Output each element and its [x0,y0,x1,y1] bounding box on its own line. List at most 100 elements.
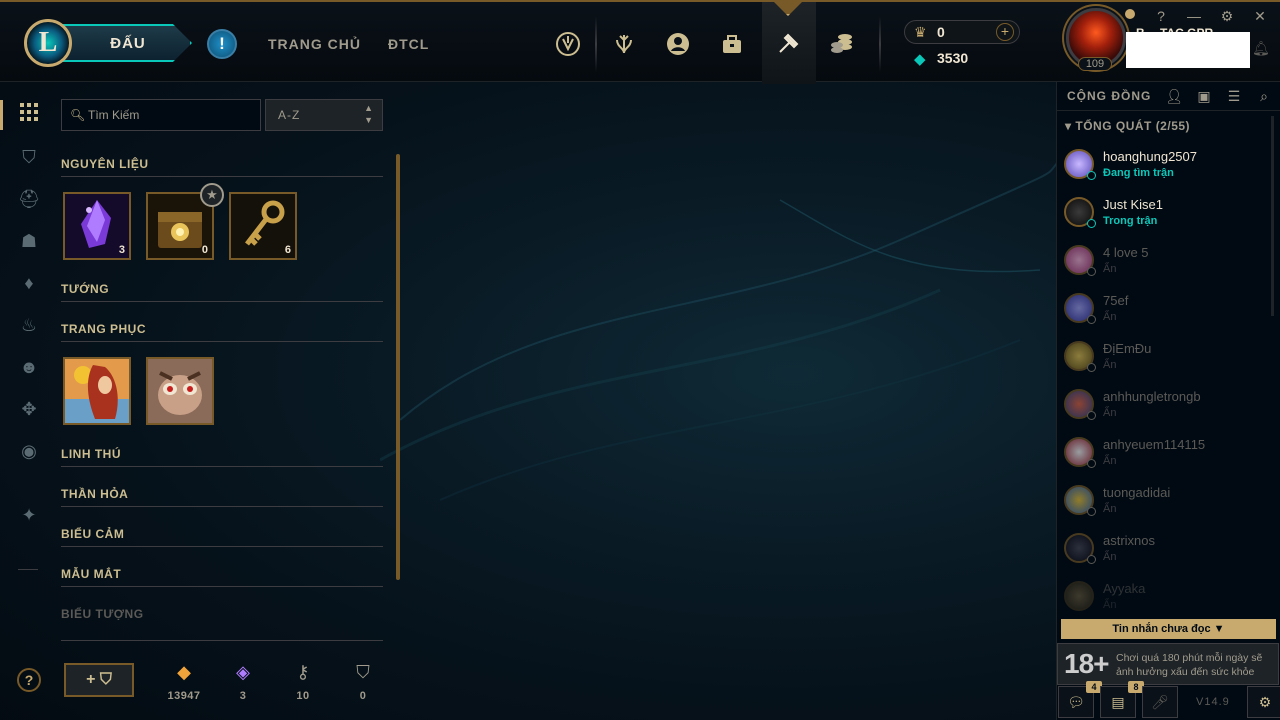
section-skins[interactable]: TRANG PHỤC [61,322,383,342]
skin-art-sunflower [65,359,129,423]
online-status-icon [1087,219,1096,228]
offline-status-icon [1087,363,1096,372]
status-dot-icon[interactable] [1125,9,1135,19]
offline-status-icon [1087,411,1096,420]
section-ward-skins[interactable]: THẦN HỎA [61,487,383,507]
wallet-divider [61,640,383,641]
sort-dropdown[interactable]: A-Z ▲ ▼ [265,99,383,131]
friend-status: Ẩn [1103,359,1117,371]
section-eye-skins[interactable]: MẪU MẮT [61,567,383,587]
skin-tile-1[interactable] [63,357,131,425]
friend-group-header[interactable]: ▾ TỔNG QUÁT (2/55) [1065,119,1190,133]
mythic-essence-icon: ◈ [236,662,250,682]
level-badge: 109 [1078,57,1112,71]
friend-status: Ẩn [1103,455,1117,467]
wallet-value: 10 [296,690,310,702]
notification-bell-icon[interactable]: 🔔︎ [1252,40,1270,57]
friend-row[interactable]: astrixnos Ẩn [1057,526,1273,574]
friend-row[interactable]: ĐịEmĐu Ẩn [1057,334,1273,382]
skin-tile-2[interactable] [146,357,214,425]
sort-arrows-icon: ▲ ▼ [364,103,374,125]
friend-status: Trong trận [1103,215,1158,227]
redacted-name-box [1126,32,1250,68]
friend-name: Ayyaka [1103,581,1146,596]
friend-row[interactable]: Ayyaka Ẩn [1057,574,1273,614]
nav-tft[interactable]: ĐTCL [388,36,429,52]
list-view-icon[interactable]: ☰ [1225,88,1243,105]
section-materials[interactable]: NGUYÊN LIỆU [61,157,383,177]
friend-row[interactable]: 4 love 5 Ẩn [1057,238,1273,286]
friend-row[interactable]: tuongadidai Ẩn [1057,478,1273,526]
section-champions[interactable]: TƯỚNG [61,282,383,302]
close-icon[interactable]: ✕ [1252,8,1268,25]
collection-sidenav: ⛉ ⛑︎ ☗ ♦ ♨︎ ☻ ✥ ◉ ✦ [0,82,56,720]
friend-row[interactable]: 75ef Ẩn [1057,286,1273,334]
friend-name: tuongadidai [1103,485,1171,500]
section-companions[interactable]: LINH THÚ [61,447,383,467]
minimize-icon[interactable]: — [1186,8,1202,24]
help-icon[interactable]: ? [17,668,41,692]
wallet-orange-essence: ◆ 13947 [162,660,206,702]
emote-icon[interactable]: ☻ [17,355,41,379]
inventory-scrollbar[interactable] [396,154,400,580]
skin-mask-icon[interactable]: ☗ [17,229,41,253]
nav-home[interactable]: TRANG CHỦ [268,36,361,52]
ward-flame-icon[interactable]: ♨︎ [17,313,41,337]
nav-loot-icon[interactable] [772,28,804,60]
profile-icon-icon[interactable]: ◉ [17,439,41,463]
help-window-icon[interactable]: ? [1153,8,1169,24]
nav-rewards-icon[interactable] [608,28,640,60]
friend-name: ĐịEmĐu [1103,341,1152,356]
tft-icon[interactable]: ✦ [17,503,41,527]
alert-icon[interactable]: ! [207,29,237,59]
search-friends-icon[interactable]: ⌕ [1255,88,1273,105]
wallet-value: 0 [359,690,367,702]
friend-name: astrixnos [1103,533,1156,548]
friend-name: Just Kise1 [1103,197,1163,212]
rp-icon: ♛ [914,24,927,40]
voice-mic-icon[interactable]: 🎤︎ [1142,686,1178,718]
friend-row[interactable]: anhyeuem114115 Ẩn [1057,430,1273,478]
offline-status-icon [1087,507,1096,516]
friend-avatar [1064,581,1094,611]
age-rating-icon: 18+ [1064,648,1109,679]
client-window: ĐẤU L ! TRANG CHỦ ĐTCL ♛ 0 + ◆ 3530 109 … [0,0,1280,720]
add-friend-icon[interactable]: 👤︎ [1165,88,1183,105]
nav-collection-icon[interactable] [716,28,748,60]
nav-profile-icon[interactable] [662,28,694,60]
craft-key-button[interactable]: + ⛉ [64,663,134,697]
offline-status-icon [1087,315,1096,324]
companion-icon[interactable]: ♦ [17,271,41,295]
nav-divider [595,16,597,72]
grid-icon[interactable] [17,103,41,127]
search-input[interactable] [88,100,258,130]
material-tile-mythic-essence[interactable]: 3 [63,192,131,260]
nav-clash-icon[interactable] [552,28,584,60]
material-tile-key[interactable]: 6 [229,192,297,260]
chest-icon[interactable]: ⛉ [17,145,41,169]
sort-value: A-Z [278,108,301,122]
blue-essence-icon: ◆ [914,51,926,68]
buy-rp-button[interactable]: + [996,23,1014,41]
nav-store-icon[interactable] [826,28,858,60]
offline-status-icon [1087,267,1096,276]
friend-row[interactable]: Just Kise1 Trong trận [1057,190,1273,238]
bug-report-icon[interactable]: ⚙ [1247,686,1280,718]
play-button[interactable]: ĐẤU [56,24,192,62]
unread-messages-button[interactable]: Tin nhắn chưa đọc ▼ [1061,619,1276,639]
friend-status: Ẩn [1103,503,1117,515]
add-folder-icon[interactable]: ▣ [1195,88,1213,105]
league-logo-icon[interactable]: L [24,19,72,67]
section-emotes[interactable]: BIỂU CẢM [61,527,383,547]
settings-icon[interactable]: ⚙ [1219,8,1235,25]
rp-value: 0 [937,24,945,40]
friend-row[interactable]: hoanghung2507 Đang tìm trận [1057,142,1273,190]
wallet-chest: ⛉ 0 [341,660,385,702]
friend-row[interactable]: anhhungletrongb Ẩn [1057,382,1273,430]
tile-count: 0 [201,244,208,256]
eye-skin-icon[interactable]: ✥ [17,397,41,421]
offline-status-icon [1087,555,1096,564]
friend-status: Đang tìm trận [1103,167,1174,179]
section-icons[interactable]: BIỂU TƯỢNG [61,607,383,627]
champion-helmet-icon[interactable]: ⛑︎ [17,187,41,211]
